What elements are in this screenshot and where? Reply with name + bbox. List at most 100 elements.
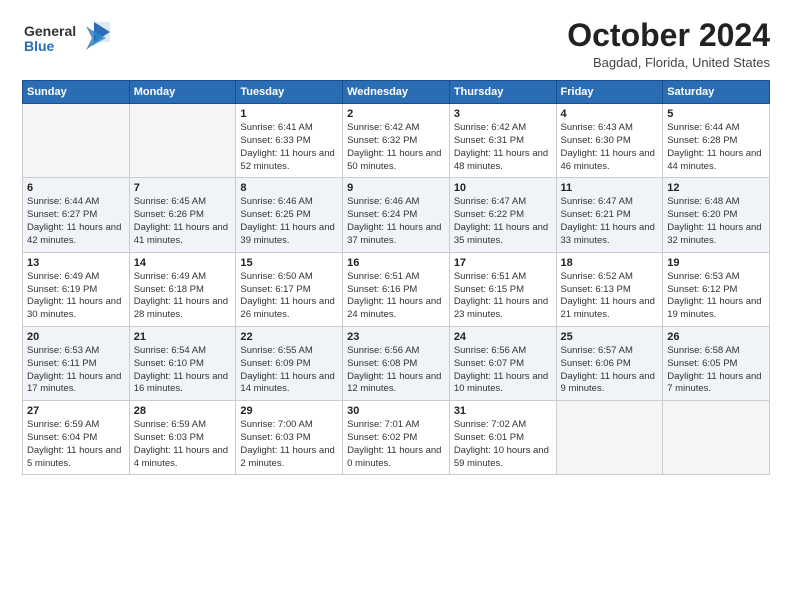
day-number: 6 xyxy=(27,182,125,194)
day-number: 22 xyxy=(240,331,338,343)
day-info: Sunrise: 6:56 AMSunset: 6:08 PMDaylight:… xyxy=(347,345,445,396)
table-row: 18 Sunrise: 6:52 AMSunset: 6:13 PMDayligh… xyxy=(556,252,663,326)
svg-text:General: General xyxy=(24,23,76,39)
calendar-header: Sunday Monday Tuesday Wednesday Thursday… xyxy=(23,81,770,104)
day-number: 11 xyxy=(561,182,659,194)
day-number: 16 xyxy=(347,257,445,269)
day-number: 29 xyxy=(240,405,338,417)
day-info: Sunrise: 6:54 AMSunset: 6:10 PMDaylight:… xyxy=(134,345,232,396)
day-number: 5 xyxy=(667,108,765,120)
day-info: Sunrise: 6:41 AMSunset: 6:33 PMDaylight:… xyxy=(240,122,338,173)
col-monday: Monday xyxy=(129,81,236,104)
day-info: Sunrise: 7:01 AMSunset: 6:02 PMDaylight:… xyxy=(347,419,445,470)
day-info: Sunrise: 6:43 AMSunset: 6:30 PMDaylight:… xyxy=(561,122,659,173)
col-sunday: Sunday xyxy=(23,81,130,104)
logo: General Blue xyxy=(22,18,112,65)
day-number: 27 xyxy=(27,405,125,417)
day-number: 13 xyxy=(27,257,125,269)
day-info: Sunrise: 6:52 AMSunset: 6:13 PMDaylight:… xyxy=(561,271,659,322)
col-wednesday: Wednesday xyxy=(343,81,450,104)
col-friday: Friday xyxy=(556,81,663,104)
day-number: 23 xyxy=(347,331,445,343)
day-info: Sunrise: 6:51 AMSunset: 6:15 PMDaylight:… xyxy=(454,271,552,322)
day-info: Sunrise: 6:46 AMSunset: 6:25 PMDaylight:… xyxy=(240,196,338,247)
table-row xyxy=(663,401,770,475)
day-info: Sunrise: 6:46 AMSunset: 6:24 PMDaylight:… xyxy=(347,196,445,247)
table-row: 31Sunrise: 7:02 AMSunset: 6:01 PMDayligh… xyxy=(449,401,556,475)
day-info: Sunrise: 6:57 AMSunset: 6:06 PMDaylight:… xyxy=(561,345,659,396)
day-number: 14 xyxy=(134,257,232,269)
location: Bagdad, Florida, United States xyxy=(567,55,770,70)
calendar-week-row: 20 Sunrise: 6:53 AMSunset: 6:11 PMDayligh… xyxy=(23,326,770,400)
day-info: Sunrise: 6:42 AMSunset: 6:31 PMDaylight:… xyxy=(454,122,552,173)
table-row: 12 Sunrise: 6:48 AMSunset: 6:20 PMDayligh… xyxy=(663,178,770,252)
logo-block: General Blue xyxy=(22,18,112,65)
header: General Blue October 2024 Bagdad, Florid… xyxy=(22,18,770,70)
title-block: October 2024 Bagdad, Florida, United Sta… xyxy=(567,18,770,70)
table-row: 28 Sunrise: 6:59 AMSunset: 6:03 PMDayligh… xyxy=(129,401,236,475)
day-number: 24 xyxy=(454,331,552,343)
calendar-body: 1 Sunrise: 6:41 AMSunset: 6:33 PMDaylight… xyxy=(23,104,770,475)
day-number: 21 xyxy=(134,331,232,343)
day-number: 28 xyxy=(134,405,232,417)
table-row: 20 Sunrise: 6:53 AMSunset: 6:11 PMDayligh… xyxy=(23,326,130,400)
day-number: 26 xyxy=(667,331,765,343)
table-row: 16 Sunrise: 6:51 AMSunset: 6:16 PMDayligh… xyxy=(343,252,450,326)
svg-text:Blue: Blue xyxy=(24,38,55,54)
day-info: Sunrise: 6:47 AMSunset: 6:21 PMDaylight:… xyxy=(561,196,659,247)
day-number: 4 xyxy=(561,108,659,120)
day-number: 9 xyxy=(347,182,445,194)
table-row: 25Sunrise: 6:57 AMSunset: 6:06 PMDayligh… xyxy=(556,326,663,400)
table-row: 23 Sunrise: 6:56 AMSunset: 6:08 PMDayligh… xyxy=(343,326,450,400)
day-number: 19 xyxy=(667,257,765,269)
day-info: Sunrise: 6:59 AMSunset: 6:03 PMDaylight:… xyxy=(134,419,232,470)
calendar-table: Sunday Monday Tuesday Wednesday Thursday… xyxy=(22,80,770,475)
calendar-week-row: 1 Sunrise: 6:41 AMSunset: 6:33 PMDaylight… xyxy=(23,104,770,178)
col-saturday: Saturday xyxy=(663,81,770,104)
table-row xyxy=(129,104,236,178)
day-number: 18 xyxy=(561,257,659,269)
day-number: 1 xyxy=(240,108,338,120)
day-number: 2 xyxy=(347,108,445,120)
day-info: Sunrise: 6:48 AMSunset: 6:20 PMDaylight:… xyxy=(667,196,765,247)
table-row: 5 Sunrise: 6:44 AMSunset: 6:28 PMDaylight… xyxy=(663,104,770,178)
day-number: 8 xyxy=(240,182,338,194)
table-row: 24Sunrise: 6:56 AMSunset: 6:07 PMDayligh… xyxy=(449,326,556,400)
calendar-week-row: 27Sunrise: 6:59 AMSunset: 6:04 PMDayligh… xyxy=(23,401,770,475)
day-info: Sunrise: 6:50 AMSunset: 6:17 PMDaylight:… xyxy=(240,271,338,322)
table-row: 27Sunrise: 6:59 AMSunset: 6:04 PMDayligh… xyxy=(23,401,130,475)
table-row: 29Sunrise: 7:00 AMSunset: 6:03 PMDayligh… xyxy=(236,401,343,475)
table-row: 13 Sunrise: 6:49 AMSunset: 6:19 PMDayligh… xyxy=(23,252,130,326)
day-number: 12 xyxy=(667,182,765,194)
table-row: 30Sunrise: 7:01 AMSunset: 6:02 PMDayligh… xyxy=(343,401,450,475)
table-row: 3 Sunrise: 6:42 AMSunset: 6:31 PMDaylight… xyxy=(449,104,556,178)
table-row: 22 Sunrise: 6:55 AMSunset: 6:09 PMDayligh… xyxy=(236,326,343,400)
col-tuesday: Tuesday xyxy=(236,81,343,104)
table-row: 4 Sunrise: 6:43 AMSunset: 6:30 PMDaylight… xyxy=(556,104,663,178)
table-row: 19Sunrise: 6:53 AMSunset: 6:12 PMDayligh… xyxy=(663,252,770,326)
table-row: 15Sunrise: 6:50 AMSunset: 6:17 PMDayligh… xyxy=(236,252,343,326)
day-number: 31 xyxy=(454,405,552,417)
table-row: 9 Sunrise: 6:46 AMSunset: 6:24 PMDaylight… xyxy=(343,178,450,252)
day-info: Sunrise: 6:45 AMSunset: 6:26 PMDaylight:… xyxy=(134,196,232,247)
header-row: Sunday Monday Tuesday Wednesday Thursday… xyxy=(23,81,770,104)
day-info: Sunrise: 6:53 AMSunset: 6:11 PMDaylight:… xyxy=(27,345,125,396)
col-thursday: Thursday xyxy=(449,81,556,104)
table-row: 11 Sunrise: 6:47 AMSunset: 6:21 PMDayligh… xyxy=(556,178,663,252)
day-number: 10 xyxy=(454,182,552,194)
table-row: 2Sunrise: 6:42 AMSunset: 6:32 PMDaylight… xyxy=(343,104,450,178)
day-info: Sunrise: 6:51 AMSunset: 6:16 PMDaylight:… xyxy=(347,271,445,322)
day-info: Sunrise: 6:58 AMSunset: 6:05 PMDaylight:… xyxy=(667,345,765,396)
day-info: Sunrise: 6:55 AMSunset: 6:09 PMDaylight:… xyxy=(240,345,338,396)
table-row: 10Sunrise: 6:47 AMSunset: 6:22 PMDayligh… xyxy=(449,178,556,252)
table-row xyxy=(23,104,130,178)
logo-svg: General Blue xyxy=(22,18,112,60)
table-row: 17Sunrise: 6:51 AMSunset: 6:15 PMDayligh… xyxy=(449,252,556,326)
day-info: Sunrise: 6:44 AMSunset: 6:28 PMDaylight:… xyxy=(667,122,765,173)
table-row xyxy=(556,401,663,475)
day-info: Sunrise: 6:49 AMSunset: 6:19 PMDaylight:… xyxy=(27,271,125,322)
day-number: 20 xyxy=(27,331,125,343)
table-row: 26 Sunrise: 6:58 AMSunset: 6:05 PMDayligh… xyxy=(663,326,770,400)
day-number: 3 xyxy=(454,108,552,120)
day-info: Sunrise: 6:44 AMSunset: 6:27 PMDaylight:… xyxy=(27,196,125,247)
